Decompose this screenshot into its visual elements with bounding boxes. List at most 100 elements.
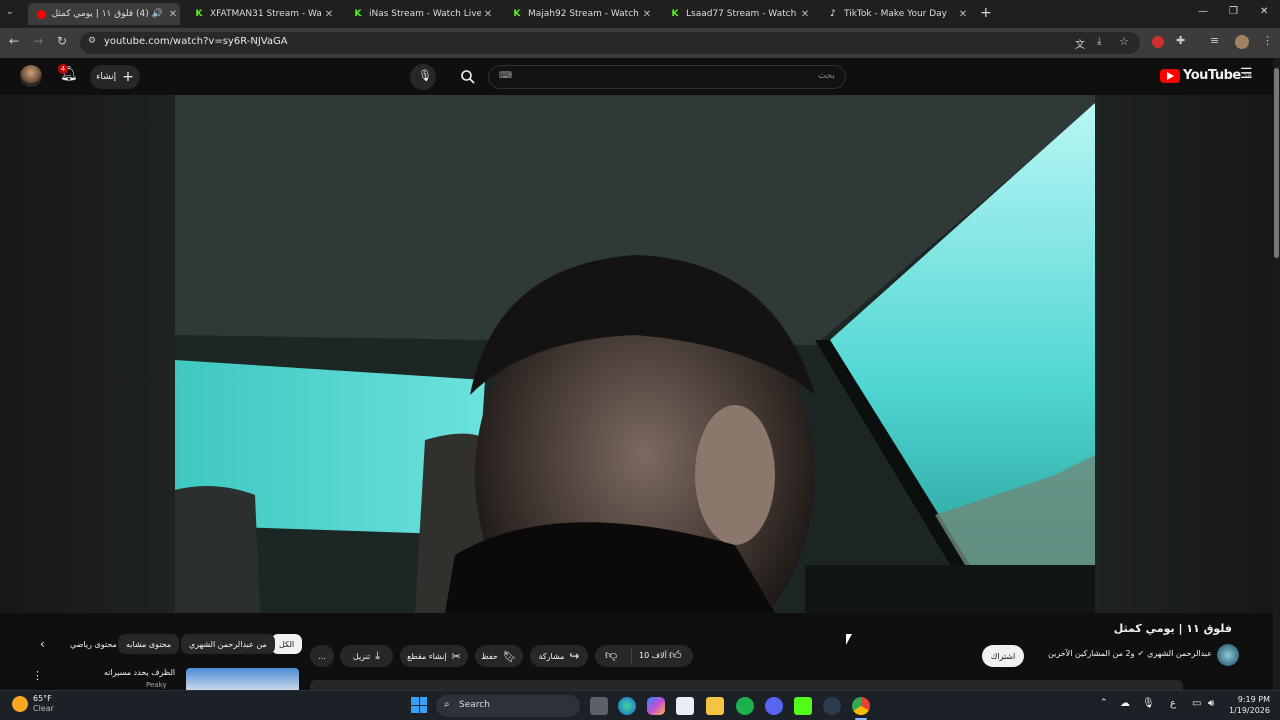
mic-tray-icon[interactable]: 🎙︎	[1142, 698, 1155, 709]
tab-search-button[interactable]: ⌄	[6, 7, 20, 21]
tab-close-icon[interactable]: ✕	[956, 9, 970, 20]
tab-title: XFATMAN31 Stream - Watch Li	[210, 9, 322, 19]
tab-close-icon[interactable]: ✕	[322, 9, 336, 20]
channel-avatar[interactable]	[1217, 644, 1239, 666]
recommended-menu-icon[interactable]: ⋮	[32, 669, 43, 682]
kick-app-icon[interactable]	[794, 697, 812, 715]
share-arrow-icon: ↪	[569, 649, 580, 663]
tab-close-icon[interactable]: ✕	[481, 9, 495, 20]
chip-all[interactable]: الكل	[271, 634, 303, 654]
tab-close-icon[interactable]: ✕	[640, 9, 654, 20]
reading-list-icon[interactable]: ≡	[1210, 34, 1219, 47]
recommended-title[interactable]: الظرف يحدد مسيراته	[104, 668, 175, 677]
channel-name: عبدالرحمن الشهري	[1147, 649, 1212, 658]
profile-avatar[interactable]	[1235, 35, 1249, 49]
save-button[interactable]: حفظ 🔖︎	[475, 645, 523, 667]
microphone-icon: 🎙︎	[418, 69, 432, 82]
network-icon[interactable]: ▭	[1192, 698, 1201, 709]
tab-inas[interactable]: K iNas Stream - Watch Live on Ki ✕	[345, 3, 495, 25]
onedrive-icon[interactable]: ☁	[1120, 698, 1130, 709]
keyboard-icon[interactable]: ⌨	[499, 71, 512, 81]
subscribe-label: اشتراك	[990, 651, 1016, 661]
notification-badge: 4	[58, 64, 68, 74]
file-explorer-icon[interactable]	[706, 697, 724, 715]
download-label: تنزيل	[352, 651, 371, 661]
chip-related[interactable]: محتوى مشابه	[118, 634, 180, 654]
account-avatar[interactable]	[20, 65, 42, 87]
guide-menu-icon[interactable]: ☰	[1240, 66, 1253, 82]
youtube-play-icon	[1160, 68, 1180, 83]
minimize-icon[interactable]: —	[1198, 6, 1208, 17]
tab-tiktok[interactable]: ♪ TikTok - Make Your Day ✕	[820, 3, 970, 25]
forward-arrow-icon[interactable]: →	[33, 34, 43, 48]
scrollbar-thumb[interactable]	[1274, 68, 1279, 258]
translate-icon[interactable]: 文	[1075, 36, 1085, 51]
search-placeholder: بحث	[817, 71, 835, 81]
more-actions-button[interactable]: ...	[310, 645, 334, 667]
subscribe-button[interactable]: اشتراك	[982, 645, 1024, 667]
taskbar-search-label: Search	[459, 700, 490, 710]
tab-majah92[interactable]: K Majah92 Stream - Watch Live o ✕	[504, 3, 654, 25]
browser-menu-icon[interactable]: ⋮	[1262, 34, 1273, 47]
site-info-icon[interactable]: ⚙	[88, 36, 96, 46]
close-window-icon[interactable]: ✕	[1260, 6, 1268, 17]
verified-check-icon: ✔	[1137, 649, 1145, 658]
tiktok-favicon-icon: ♪	[830, 9, 836, 19]
chips-scroll-left-icon[interactable]: ‹	[40, 637, 45, 651]
search-button[interactable]	[454, 65, 482, 89]
start-windows-icon[interactable]	[411, 697, 427, 713]
new-tab-button[interactable]: +	[980, 5, 992, 21]
address-bar[interactable]: ⚙ youtube.com/watch?v=sy6R-NJVaGA 文 ⤓ ☆	[80, 32, 1140, 54]
share-button[interactable]: مشاركة ↪	[530, 645, 588, 667]
youtube-logo[interactable]: YouTube SA	[1160, 68, 1252, 83]
reload-icon[interactable]: ↻	[57, 34, 67, 48]
volume-icon[interactable]: 🔊︎	[1208, 698, 1214, 709]
chip-sports[interactable]: محتوى رياضي	[62, 634, 125, 654]
maximize-icon[interactable]: ❐	[1229, 6, 1238, 17]
tray-overflow-icon[interactable]: ⌃	[1100, 698, 1108, 708]
task-view-icon[interactable]	[590, 697, 608, 715]
tab-close-icon[interactable]: ✕	[166, 9, 180, 20]
url-text: youtube.com/watch?v=sy6R-NJVaGA	[104, 36, 288, 47]
clip-button[interactable]: إنشاء مقطع ✂	[400, 645, 468, 667]
store-icon[interactable]	[676, 697, 694, 715]
channel-owner[interactable]: عبدالرحمن الشهري ✔ و2 من المشاركين الآخر…	[1040, 649, 1212, 658]
back-arrow-icon[interactable]: ←	[9, 34, 19, 48]
copilot-icon[interactable]	[647, 697, 665, 715]
like-count[interactable]: 10 آلاف	[639, 651, 667, 660]
create-button[interactable]: إنشاء +	[90, 65, 140, 89]
page-scrollbar[interactable]	[1273, 58, 1280, 690]
bookmark-star-icon[interactable]: ☆	[1119, 35, 1129, 48]
clock[interactable]: 9:19 PM 1/19/2026	[1228, 694, 1270, 716]
video-player[interactable]	[175, 95, 1095, 613]
tab-close-icon[interactable]: ✕	[798, 9, 812, 20]
search-input[interactable]: ⌨ بحث	[488, 65, 846, 89]
taskbar-search-box[interactable]: ⌕ Search	[436, 695, 580, 717]
chrome-icon[interactable]	[852, 697, 870, 715]
kick-favicon-icon: K	[671, 9, 679, 19]
tab-lsaad77[interactable]: K Lsaad77 Stream - Watch Live o ✕	[662, 3, 812, 25]
watch-metadata: فلوق ١١ | يومي كمثل عبدالرحمن الشهري ✔ و…	[0, 613, 1273, 691]
download-button[interactable]: تنزيل ⤓	[340, 645, 393, 667]
youtube-wordmark: YouTube	[1183, 68, 1241, 83]
like-icon[interactable]: 👍︎	[669, 648, 682, 663]
voice-search-button[interactable]: 🎙︎	[410, 64, 436, 90]
puzzle-extensions-icon[interactable]: ✚	[1176, 34, 1185, 47]
dislike-icon[interactable]: 👎︎	[605, 648, 617, 663]
kick-favicon-icon: K	[354, 9, 362, 19]
tab-youtube[interactable]: (4) قلوق ١١ | يومي كمثل 🔊 ✕	[28, 3, 180, 25]
tab-xfatman31[interactable]: K XFATMAN31 Stream - Watch Li ✕	[186, 3, 336, 25]
discord-icon[interactable]	[765, 697, 783, 715]
tab-title: TikTok - Make Your Day	[844, 9, 948, 19]
weather-widget[interactable]: 65°F Clear	[12, 694, 54, 714]
kick-favicon-icon: K	[513, 9, 521, 19]
xbox-icon[interactable]	[736, 697, 754, 715]
chip-from-channel[interactable]: من عبدالرحمن الشهري	[181, 634, 275, 654]
share-label: مشاركة	[538, 651, 565, 661]
language-indicator[interactable]: ع	[1170, 698, 1176, 709]
recommended-thumbnail[interactable]	[186, 668, 299, 690]
extension-icon[interactable]	[1152, 36, 1164, 48]
steam-icon[interactable]	[823, 697, 841, 715]
edge-browser-icon[interactable]	[618, 697, 636, 715]
install-icon[interactable]: ⤓	[1097, 36, 1101, 47]
